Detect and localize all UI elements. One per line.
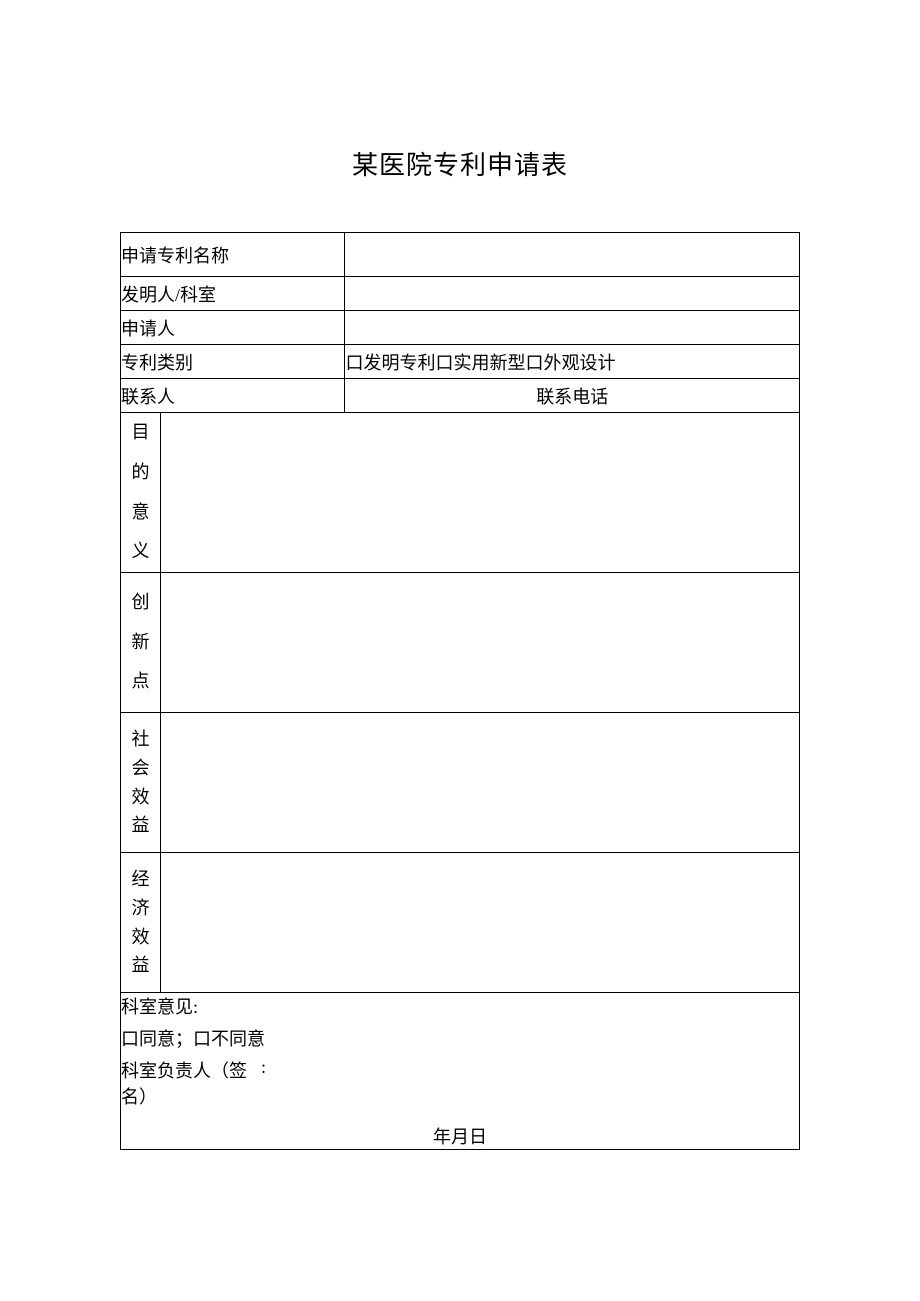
row-purpose: 目的意义 xyxy=(121,413,800,573)
row-patent-name: 申请专利名称 xyxy=(121,233,800,277)
label-contact-phone: 联系电话 xyxy=(345,379,800,413)
label-innovation: 创新点 xyxy=(121,573,161,713)
label-category: 专利类别 xyxy=(121,345,345,379)
sign-label: 科室负责人（签名） xyxy=(121,1057,251,1109)
opinion-choices[interactable]: 口同意；口不同意 xyxy=(121,1025,799,1051)
page-title: 某医院专利申请表 xyxy=(0,0,920,232)
opinion-heading: 科室意见: xyxy=(121,993,799,1019)
label-inventor: 发明人/科室 xyxy=(121,277,345,311)
category-options[interactable]: 口发明专利口实用新型口外观设计 xyxy=(345,345,800,379)
input-inventor[interactable] xyxy=(345,277,800,311)
input-purpose[interactable] xyxy=(161,413,800,573)
input-innovation[interactable] xyxy=(161,573,800,713)
row-applicant: 申请人 xyxy=(121,311,800,345)
row-contact: 联系人 联系电话 xyxy=(121,379,800,413)
row-category: 专利类别 口发明专利口实用新型口外观设计 xyxy=(121,345,800,379)
row-social: 社会效益 xyxy=(121,713,800,853)
row-innovation: 创新点 xyxy=(121,573,800,713)
label-social: 社会效益 xyxy=(121,713,161,853)
patent-application-form: 申请专利名称 发明人/科室 申请人 专利类别 口发明专利口实用新型口外观设计 联… xyxy=(120,232,800,1150)
row-inventor: 发明人/科室 xyxy=(121,277,800,311)
input-patent-name[interactable] xyxy=(345,233,800,277)
label-economic: 经济效益 xyxy=(121,853,161,993)
opinion-date[interactable]: 年月日 xyxy=(121,1115,799,1149)
label-patent-name: 申请专利名称 xyxy=(121,233,345,277)
input-applicant[interactable] xyxy=(345,311,800,345)
input-economic[interactable] xyxy=(161,853,800,993)
label-purpose: 目的意义 xyxy=(121,413,161,573)
row-opinion: 科室意见: 口同意；口不同意 科室负责人（签名） : 年月日 xyxy=(121,993,800,1150)
label-contact: 联系人 xyxy=(121,379,345,413)
input-social[interactable] xyxy=(161,713,800,853)
label-applicant: 申请人 xyxy=(121,311,345,345)
opinion-section: 科室意见: 口同意；口不同意 科室负责人（签名） : 年月日 xyxy=(121,993,800,1150)
row-economic: 经济效益 xyxy=(121,853,800,993)
sign-colon: : xyxy=(261,1057,266,1078)
